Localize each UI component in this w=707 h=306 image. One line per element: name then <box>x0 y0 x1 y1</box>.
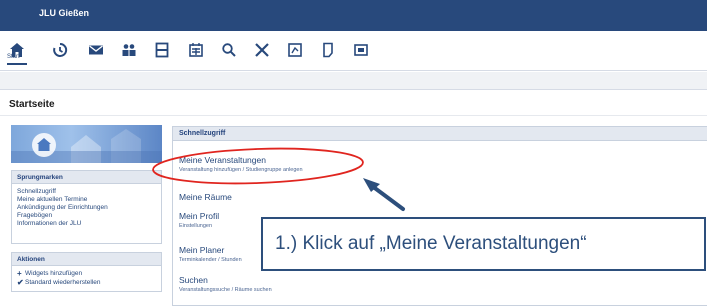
plus-icon: + <box>17 268 22 278</box>
quickaccess-item-my-profile[interactable]: Mein Profil Einstellungen <box>179 211 219 229</box>
add-widgets-action[interactable]: + Widgets hinzufügen <box>17 269 156 278</box>
quickaccess-item-my-planner[interactable]: Mein Planer Terminkalender / Stunden <box>179 245 242 263</box>
search-icon[interactable] <box>217 38 241 62</box>
jumpmark-link[interactable]: Informationen der JLU <box>17 220 156 228</box>
actions-panel: Aktionen + Widgets hinzufügen ✔ Standard… <box>11 252 162 292</box>
start-label[interactable]: Start <box>7 54 20 60</box>
quickaccess-panel: Schnellzugriff Meine Veranstaltungen Ver… <box>172 126 707 306</box>
history-icon[interactable] <box>48 38 72 62</box>
sidebar-banner-image <box>11 125 162 163</box>
active-tab-indicator <box>7 63 27 65</box>
action-label: Standard wiederherstellen <box>25 279 101 286</box>
jumpmark-link[interactable]: Ankündigung der Einrichtungen <box>17 204 156 212</box>
check-icon: ✔ <box>17 277 24 287</box>
files-icon[interactable] <box>316 38 340 62</box>
main-navigation <box>0 31 707 71</box>
quickaccess-subtitle[interactable]: Veranstaltung hinzufügen / Studiengruppe… <box>179 167 303 173</box>
site-title: JLU Gießen <box>39 8 90 18</box>
jumpmark-link[interactable]: Fragebögen <box>17 212 156 220</box>
quickaccess-title[interactable]: Mein Profil <box>179 211 219 221</box>
quickaccess-title[interactable]: Suchen <box>179 275 272 285</box>
instruction-callout: 1.) Klick auf „Meine Veranstaltungen“ <box>261 217 706 271</box>
mail-icon[interactable] <box>84 38 108 62</box>
quickaccess-title[interactable]: Meine Räume <box>179 192 232 202</box>
jumpmark-link[interactable]: Schnellzugriff <box>17 188 156 196</box>
page-title: Startseite <box>9 99 55 110</box>
actions-heading: Aktionen <box>12 253 161 266</box>
quickaccess-item-my-rooms[interactable]: Meine Räume <box>179 192 232 202</box>
contents-icon[interactable] <box>349 38 373 62</box>
calendar-icon[interactable] <box>184 38 208 62</box>
quickaccess-heading: Schnellzugriff <box>173 127 707 141</box>
quickaccess-title[interactable]: Meine Veranstaltungen <box>179 155 303 165</box>
quickaccess-subtitle[interactable]: Veranstaltungssuche / Räume suchen <box>179 287 272 293</box>
action-label: Widgets hinzufügen <box>25 270 83 277</box>
restore-default-action[interactable]: ✔ Standard wiederherstellen <box>17 278 156 287</box>
top-bar: JLU Gießen <box>0 0 707 31</box>
jumpmarks-panel: Sprungmarken Schnellzugriff Meine aktuel… <box>11 170 162 244</box>
sub-navigation-bar <box>0 72 707 90</box>
divider <box>0 115 707 116</box>
quickaccess-title[interactable]: Mein Planer <box>179 245 242 255</box>
schedule-icon[interactable] <box>150 38 174 62</box>
jumpmark-link[interactable]: Meine aktuellen Termine <box>17 196 156 204</box>
quickaccess-item-my-courses[interactable]: Meine Veranstaltungen Veranstaltung hinz… <box>179 155 303 173</box>
quickaccess-subtitle[interactable]: Terminkalender / Stunden <box>179 257 242 263</box>
tools-icon[interactable] <box>250 38 274 62</box>
quickaccess-subtitle[interactable]: Einstellungen <box>179 223 219 229</box>
instruction-text: 1.) Klick auf „Meine Veranstaltungen“ <box>275 233 587 254</box>
quickaccess-item-search[interactable]: Suchen Veranstaltungssuche / Räume suche… <box>179 275 272 293</box>
admin-icon[interactable] <box>283 38 307 62</box>
jumpmarks-heading: Sprungmarken <box>12 171 161 184</box>
community-icon[interactable] <box>117 38 141 62</box>
